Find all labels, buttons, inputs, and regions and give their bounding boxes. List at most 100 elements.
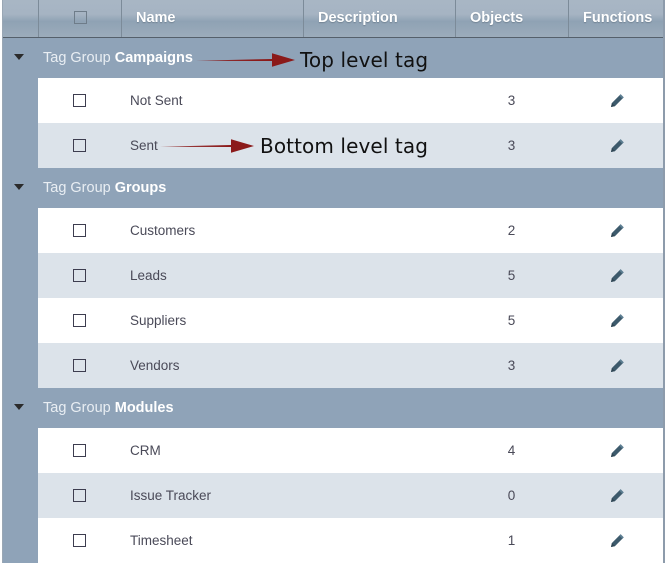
group-label-name: Modules <box>114 400 174 416</box>
group-header-row[interactable]: Tag Group Groups <box>3 168 663 208</box>
row-checkbox[interactable] <box>73 314 86 327</box>
select-all-checkbox[interactable] <box>73 10 87 24</box>
row-checkbox[interactable] <box>73 534 86 547</box>
cell-objects: 2 <box>507 223 516 238</box>
edit-pencil-button[interactable] <box>609 488 625 504</box>
group-label-prefix: Tag Group <box>43 50 115 66</box>
cell-functions <box>568 78 663 123</box>
cell-functions <box>568 343 663 388</box>
group-header-row[interactable]: Tag Group Campaigns <box>3 38 663 78</box>
group-label: Tag Group Groups <box>43 168 166 208</box>
edit-pencil-button[interactable] <box>609 358 625 374</box>
group-label: Tag Group Campaigns <box>43 38 193 78</box>
tag-groups-table: Name Description Objects Functions Tag G… <box>2 0 665 563</box>
cell-objects: 4 <box>507 443 516 458</box>
edit-pencil-button[interactable] <box>609 268 625 284</box>
cell-select[interactable] <box>38 78 121 123</box>
cell-select[interactable] <box>38 123 121 168</box>
row-content: Customers 2 <box>38 208 663 253</box>
group-header-row[interactable]: Tag Group Modules <box>3 388 663 428</box>
edit-pencil-button[interactable] <box>609 93 625 109</box>
row-content: Issue Tracker 0 <box>38 473 663 518</box>
row-checkbox[interactable] <box>73 94 86 107</box>
pencil-glyph <box>611 443 624 457</box>
cell-functions <box>568 298 663 343</box>
cell-name: CRM <box>130 443 161 458</box>
cell-objects: 3 <box>507 93 516 108</box>
cell-objects: 1 <box>507 533 516 548</box>
row-content: Suppliers 5 <box>38 298 663 343</box>
pencil-glyph <box>611 488 624 502</box>
row-content: Leads 5 <box>38 253 663 298</box>
cell-name: Customers <box>130 223 196 238</box>
cell-name: Not Sent <box>130 93 183 108</box>
row-checkbox[interactable] <box>73 139 86 152</box>
pencil-glyph <box>611 223 624 237</box>
cell-name: Leads <box>130 268 167 283</box>
tag-manager-screen: Name Description Objects Functions Tag G… <box>0 0 667 563</box>
cell-select[interactable] <box>38 428 121 473</box>
column-header-description[interactable]: Description <box>303 0 455 37</box>
edit-pencil-button[interactable] <box>609 443 625 459</box>
cell-functions <box>568 428 663 473</box>
edit-pencil-button[interactable] <box>609 138 625 154</box>
chevron-down-icon[interactable] <box>14 184 24 190</box>
row-content: Not Sent 3 <box>38 78 663 123</box>
row-content: Timesheet 1 <box>38 518 663 563</box>
table-row[interactable]: Timesheet 1 <box>3 518 663 563</box>
table-row[interactable]: Leads 5 <box>3 253 663 298</box>
cell-select[interactable] <box>38 298 121 343</box>
column-header-objects[interactable]: Objects <box>455 0 568 37</box>
table-row[interactable]: Issue Tracker 0 <box>3 473 663 518</box>
cell-select[interactable] <box>38 208 121 253</box>
table-body: Tag Group Campaigns Not Sent 3 Sent 3 Tag Gro… <box>3 38 663 563</box>
cell-name: Vendors <box>130 358 180 373</box>
group-label-name: Groups <box>114 180 167 196</box>
cell-functions <box>568 518 663 563</box>
cell-name: Sent <box>130 138 158 153</box>
cell-select[interactable] <box>38 518 121 563</box>
cell-objects: 3 <box>507 358 516 373</box>
cell-name: Issue Tracker <box>130 488 212 503</box>
chevron-down-icon[interactable] <box>14 54 24 60</box>
edit-pencil-button[interactable] <box>609 223 625 239</box>
pencil-glyph <box>611 313 624 327</box>
row-checkbox[interactable] <box>73 489 86 502</box>
row-content: Vendors 3 <box>38 343 663 388</box>
cell-name: Suppliers <box>130 313 187 328</box>
table-row[interactable]: Suppliers 5 <box>3 298 663 343</box>
pencil-glyph <box>611 93 624 107</box>
cell-objects: 3 <box>507 138 516 153</box>
cell-select[interactable] <box>38 343 121 388</box>
row-checkbox[interactable] <box>73 444 86 457</box>
table-row[interactable]: Sent 3 <box>3 123 663 168</box>
cell-functions <box>568 123 663 168</box>
edit-pencil-button[interactable] <box>609 313 625 329</box>
row-content: CRM 4 <box>38 428 663 473</box>
column-header-select-all[interactable] <box>38 0 121 37</box>
group-label: Tag Group Modules <box>43 388 174 428</box>
edit-pencil-button[interactable] <box>609 533 625 549</box>
pencil-glyph <box>611 533 624 547</box>
table-row[interactable]: Not Sent 3 <box>3 78 663 123</box>
cell-select[interactable] <box>38 473 121 518</box>
row-checkbox[interactable] <box>73 224 86 237</box>
pencil-glyph <box>611 268 624 282</box>
group-label-prefix: Tag Group <box>43 400 115 416</box>
pencil-glyph <box>611 358 624 372</box>
row-content: Sent 3 <box>38 123 663 168</box>
row-checkbox[interactable] <box>73 359 86 372</box>
column-header-functions[interactable]: Functions <box>568 0 663 37</box>
cell-select[interactable] <box>38 253 121 298</box>
table-header-row: Name Description Objects Functions <box>3 0 663 38</box>
column-header-name[interactable]: Name <box>121 0 303 37</box>
cell-objects: 5 <box>507 268 516 283</box>
cell-name: Timesheet <box>130 533 193 548</box>
row-checkbox[interactable] <box>73 269 86 282</box>
table-row[interactable]: Vendors 3 <box>3 343 663 388</box>
table-row[interactable]: CRM 4 <box>3 428 663 473</box>
chevron-down-icon[interactable] <box>14 404 24 410</box>
group-rail <box>3 38 38 563</box>
table-row[interactable]: Customers 2 <box>3 208 663 253</box>
pencil-glyph <box>611 138 624 152</box>
